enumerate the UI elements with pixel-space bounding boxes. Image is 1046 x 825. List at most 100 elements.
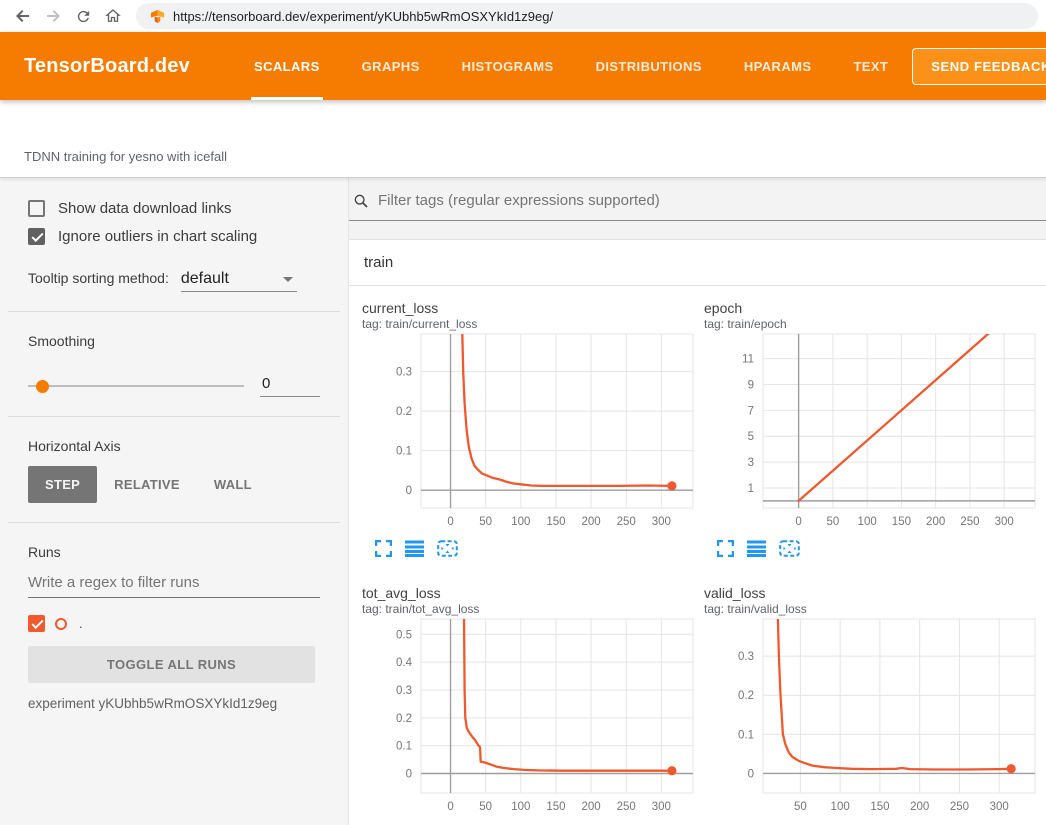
- svg-text:50: 50: [479, 516, 492, 528]
- sidebar-divider: [8, 522, 340, 523]
- chart-card-tot-avg-loss: tot_avg_loss tag: train/tot_avg_loss 050…: [359, 585, 699, 825]
- tab-text[interactable]: TEXT: [853, 32, 888, 100]
- toggle-all-runs-button[interactable]: TOGGLE ALL RUNS: [28, 646, 315, 683]
- chart-tag: tag: train/valid_loss: [704, 602, 1041, 616]
- send-feedback-button[interactable]: SEND FEEDBACK: [912, 48, 1046, 85]
- svg-text:0: 0: [795, 516, 801, 528]
- home-button[interactable]: [100, 3, 126, 29]
- tooltip-sorting-value: default: [181, 270, 229, 288]
- run-row: .: [0, 615, 348, 632]
- svg-text:5: 5: [748, 431, 754, 443]
- charts-grid: current_loss tag: train/current_loss 050…: [349, 286, 1046, 825]
- train-group-card: train current_loss tag: train/current_lo…: [349, 239, 1046, 825]
- show-download-checkbox[interactable]: [28, 200, 45, 217]
- svg-text:0.2: 0.2: [396, 406, 412, 418]
- run-checkbox[interactable]: [28, 615, 45, 632]
- back-button[interactable]: [10, 3, 36, 29]
- tensorboard-favicon: [150, 9, 165, 24]
- train-group-header[interactable]: train: [349, 240, 1046, 286]
- svg-text:1: 1: [748, 483, 754, 495]
- svg-text:0.1: 0.1: [738, 729, 754, 741]
- svg-text:0.5: 0.5: [396, 629, 412, 641]
- home-icon: [104, 7, 122, 25]
- tab-hparams[interactable]: HPARAMS: [744, 32, 812, 100]
- tooltip-sorting-label: Tooltip sorting method:: [28, 270, 169, 286]
- experiment-title-band: TDNN training for yesno with icefall: [0, 100, 1046, 178]
- line-chart-valid-loss[interactable]: 5010015020025030000.10.20.3: [701, 616, 1041, 822]
- smoothing-slider[interactable]: [28, 385, 244, 387]
- fit-domain-icon[interactable]: [779, 540, 800, 557]
- log-scale-toggle-icon[interactable]: [405, 540, 424, 557]
- svg-text:250: 250: [617, 801, 636, 813]
- filter-tags-row: Filter tags (regular expressions support…: [349, 190, 1046, 221]
- svg-text:100: 100: [511, 801, 530, 813]
- fit-domain-icon[interactable]: [437, 540, 458, 557]
- nav-tabs: SCALARS GRAPHS HISTOGRAMS DISTRIBUTIONS …: [254, 32, 888, 100]
- scalars-main: Filter tags (regular expressions support…: [349, 178, 1046, 825]
- smoothing-value-input[interactable]: 0: [260, 375, 320, 397]
- svg-text:50: 50: [479, 801, 492, 813]
- svg-text:0.1: 0.1: [396, 446, 412, 458]
- tooltip-sorting-row: Tooltip sorting method: default: [0, 270, 348, 292]
- svg-text:150: 150: [546, 516, 565, 528]
- smoothing-slider-row: 0: [28, 375, 320, 397]
- svg-text:0.3: 0.3: [396, 367, 412, 379]
- forward-arrow-icon: [44, 7, 62, 25]
- expand-chart-icon[interactable]: [375, 540, 392, 557]
- chart-title: epoch: [704, 300, 1041, 316]
- axis-relative-button[interactable]: RELATIVE: [97, 466, 197, 503]
- svg-text:0.2: 0.2: [396, 713, 412, 725]
- address-bar[interactable]: https://tensorboard.dev/experiment/yKUbh…: [136, 3, 1038, 29]
- tooltip-sorting-select[interactable]: default: [181, 270, 297, 292]
- svg-text:0: 0: [748, 768, 754, 780]
- tab-scalars[interactable]: SCALARS: [254, 32, 320, 100]
- tab-distributions[interactable]: DISTRIBUTIONS: [596, 32, 702, 100]
- run-color-swatch[interactable]: [55, 618, 67, 630]
- url-text: https://tensorboard.dev/experiment/yKUbh…: [173, 9, 553, 24]
- sidebar-divider: [8, 311, 340, 312]
- svg-text:50: 50: [826, 516, 839, 528]
- ignore-outliers-row: Ignore outliers in chart scaling: [0, 228, 348, 245]
- horizontal-axis-label: Horizontal Axis: [0, 438, 348, 454]
- chart-tag: tag: train/tot_avg_loss: [362, 602, 699, 616]
- chart-card-current-loss: current_loss tag: train/current_loss 050…: [359, 300, 699, 557]
- log-scale-toggle-icon[interactable]: [747, 540, 766, 557]
- line-chart-current-loss[interactable]: 05010015020025030000.10.20.3: [359, 331, 699, 537]
- svg-text:7: 7: [748, 405, 754, 417]
- axis-step-button[interactable]: STEP: [28, 466, 97, 503]
- line-chart-tot-avg-loss[interactable]: 05010015020025030000.10.20.30.40.5: [359, 616, 699, 822]
- svg-text:100: 100: [831, 801, 850, 813]
- axis-wall-button[interactable]: WALL: [197, 466, 269, 503]
- back-arrow-icon: [14, 7, 32, 25]
- ignore-outliers-checkbox[interactable]: [28, 228, 45, 245]
- svg-text:0.3: 0.3: [396, 685, 412, 697]
- filter-tags-input[interactable]: Filter tags (regular expressions support…: [378, 192, 660, 209]
- smoothing-slider-thumb[interactable]: [36, 380, 49, 393]
- chart-title: valid_loss: [704, 585, 1041, 601]
- svg-text:300: 300: [652, 516, 671, 528]
- chart-toolbar: [717, 540, 1041, 557]
- expand-chart-icon[interactable]: [717, 540, 734, 557]
- tab-histograms[interactable]: HISTOGRAMS: [462, 32, 554, 100]
- svg-text:150: 150: [870, 801, 889, 813]
- chart-card-valid-loss: valid_loss tag: train/valid_loss 5010015…: [701, 585, 1041, 825]
- smoothing-label: Smoothing: [0, 333, 348, 349]
- show-download-label: Show data download links: [58, 200, 231, 217]
- experiment-title: TDNN training for yesno with icefall: [24, 149, 227, 164]
- horizontal-axis-buttons: STEP RELATIVE WALL: [28, 466, 348, 503]
- browser-toolbar: https://tensorboard.dev/experiment/yKUbh…: [0, 0, 1046, 32]
- tab-graphs[interactable]: GRAPHS: [362, 32, 420, 100]
- svg-text:0: 0: [447, 801, 453, 813]
- runs-label: Runs: [0, 544, 348, 560]
- svg-text:300: 300: [990, 801, 1009, 813]
- experiment-id-note: experiment yKUbhb5wRmOSXYkId1z9eg: [0, 696, 348, 711]
- runs-filter-input[interactable]: Write a regex to filter runs: [28, 574, 320, 598]
- ignore-outliers-label: Ignore outliers in chart scaling: [58, 228, 257, 245]
- svg-text:250: 250: [960, 516, 979, 528]
- reload-button[interactable]: [70, 3, 96, 29]
- reload-icon: [75, 8, 92, 25]
- line-chart-epoch[interactable]: 0501001502002503001357911: [701, 331, 1041, 537]
- tensorboard-page: https://tensorboard.dev/experiment/yKUbh…: [0, 0, 1046, 825]
- forward-button[interactable]: [40, 3, 66, 29]
- svg-text:200: 200: [581, 516, 600, 528]
